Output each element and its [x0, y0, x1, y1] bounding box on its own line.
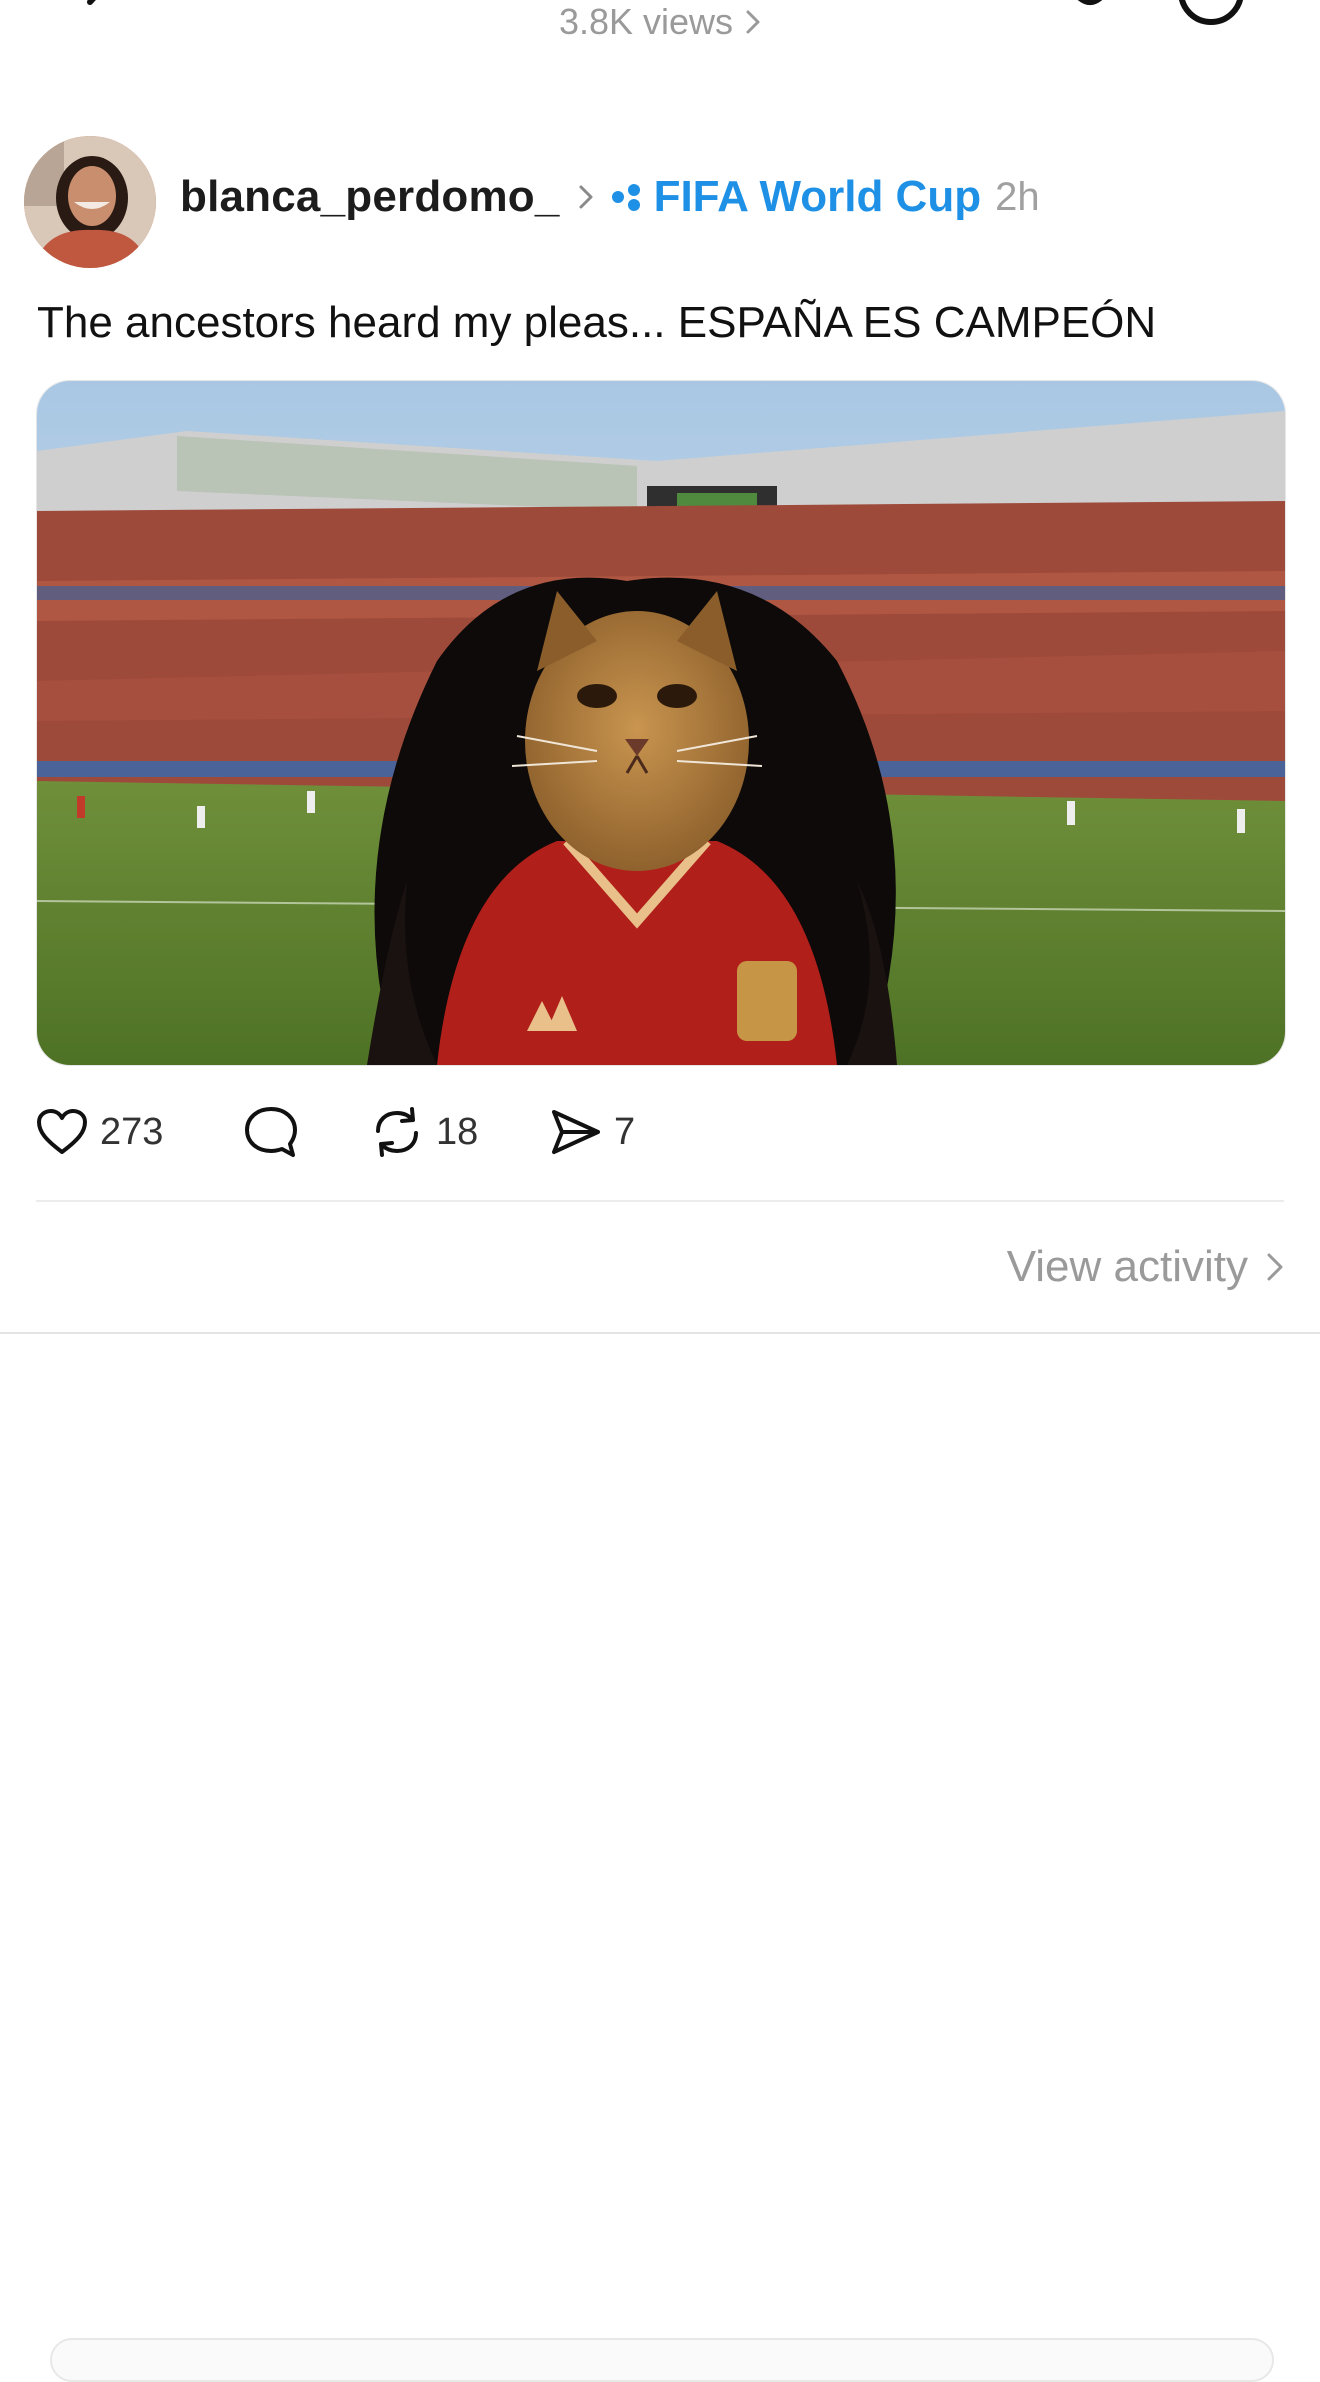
heart-icon	[37, 1109, 87, 1154]
username-link[interactable]: blanca_perdomo_	[180, 172, 560, 222]
repost-button[interactable]: 18	[370, 1100, 478, 1164]
like-button[interactable]: 273	[36, 1100, 163, 1164]
repost-count: 18	[436, 1110, 479, 1153]
chevron-right-icon	[578, 183, 594, 211]
like-count: 273	[100, 1110, 164, 1153]
community-link[interactable]: FIFA World Cup	[654, 172, 982, 222]
chevron-right-icon	[745, 9, 761, 35]
post-media-image[interactable]	[36, 380, 1286, 1066]
share-count: 7	[614, 1110, 636, 1153]
reply-button[interactable]	[243, 1100, 299, 1164]
post-text: The ancestors heard my pleas... ESPAÑA E…	[37, 298, 1157, 347]
reply-composer-edge[interactable]	[50, 2338, 1274, 2382]
section-divider	[0, 1332, 1320, 1334]
view-activity-link[interactable]: View activity	[1007, 1238, 1284, 1296]
top-bar: 3.8K views	[0, 0, 1320, 60]
send-icon	[552, 1110, 600, 1154]
chevron-right-icon	[1266, 1251, 1284, 1283]
bell-icon[interactable]	[1060, 0, 1120, 26]
repost-icon	[376, 1107, 418, 1157]
comment-icon	[245, 1107, 297, 1157]
views-count: 3.8K views	[558, 1, 734, 42]
avatar[interactable]	[24, 136, 156, 268]
divider	[36, 1200, 1284, 1202]
share-button[interactable]: 7	[550, 1100, 635, 1164]
community-icon	[610, 182, 644, 212]
post-time: 2h	[995, 174, 1040, 219]
more-icon[interactable]	[1176, 0, 1246, 28]
views-link[interactable]: 3.8K views	[0, 0, 1320, 44]
post-header: blanca_perdomo_ FIFA World Cup 2h	[180, 162, 1040, 232]
view-activity-label: View activity	[1006, 1242, 1248, 1291]
